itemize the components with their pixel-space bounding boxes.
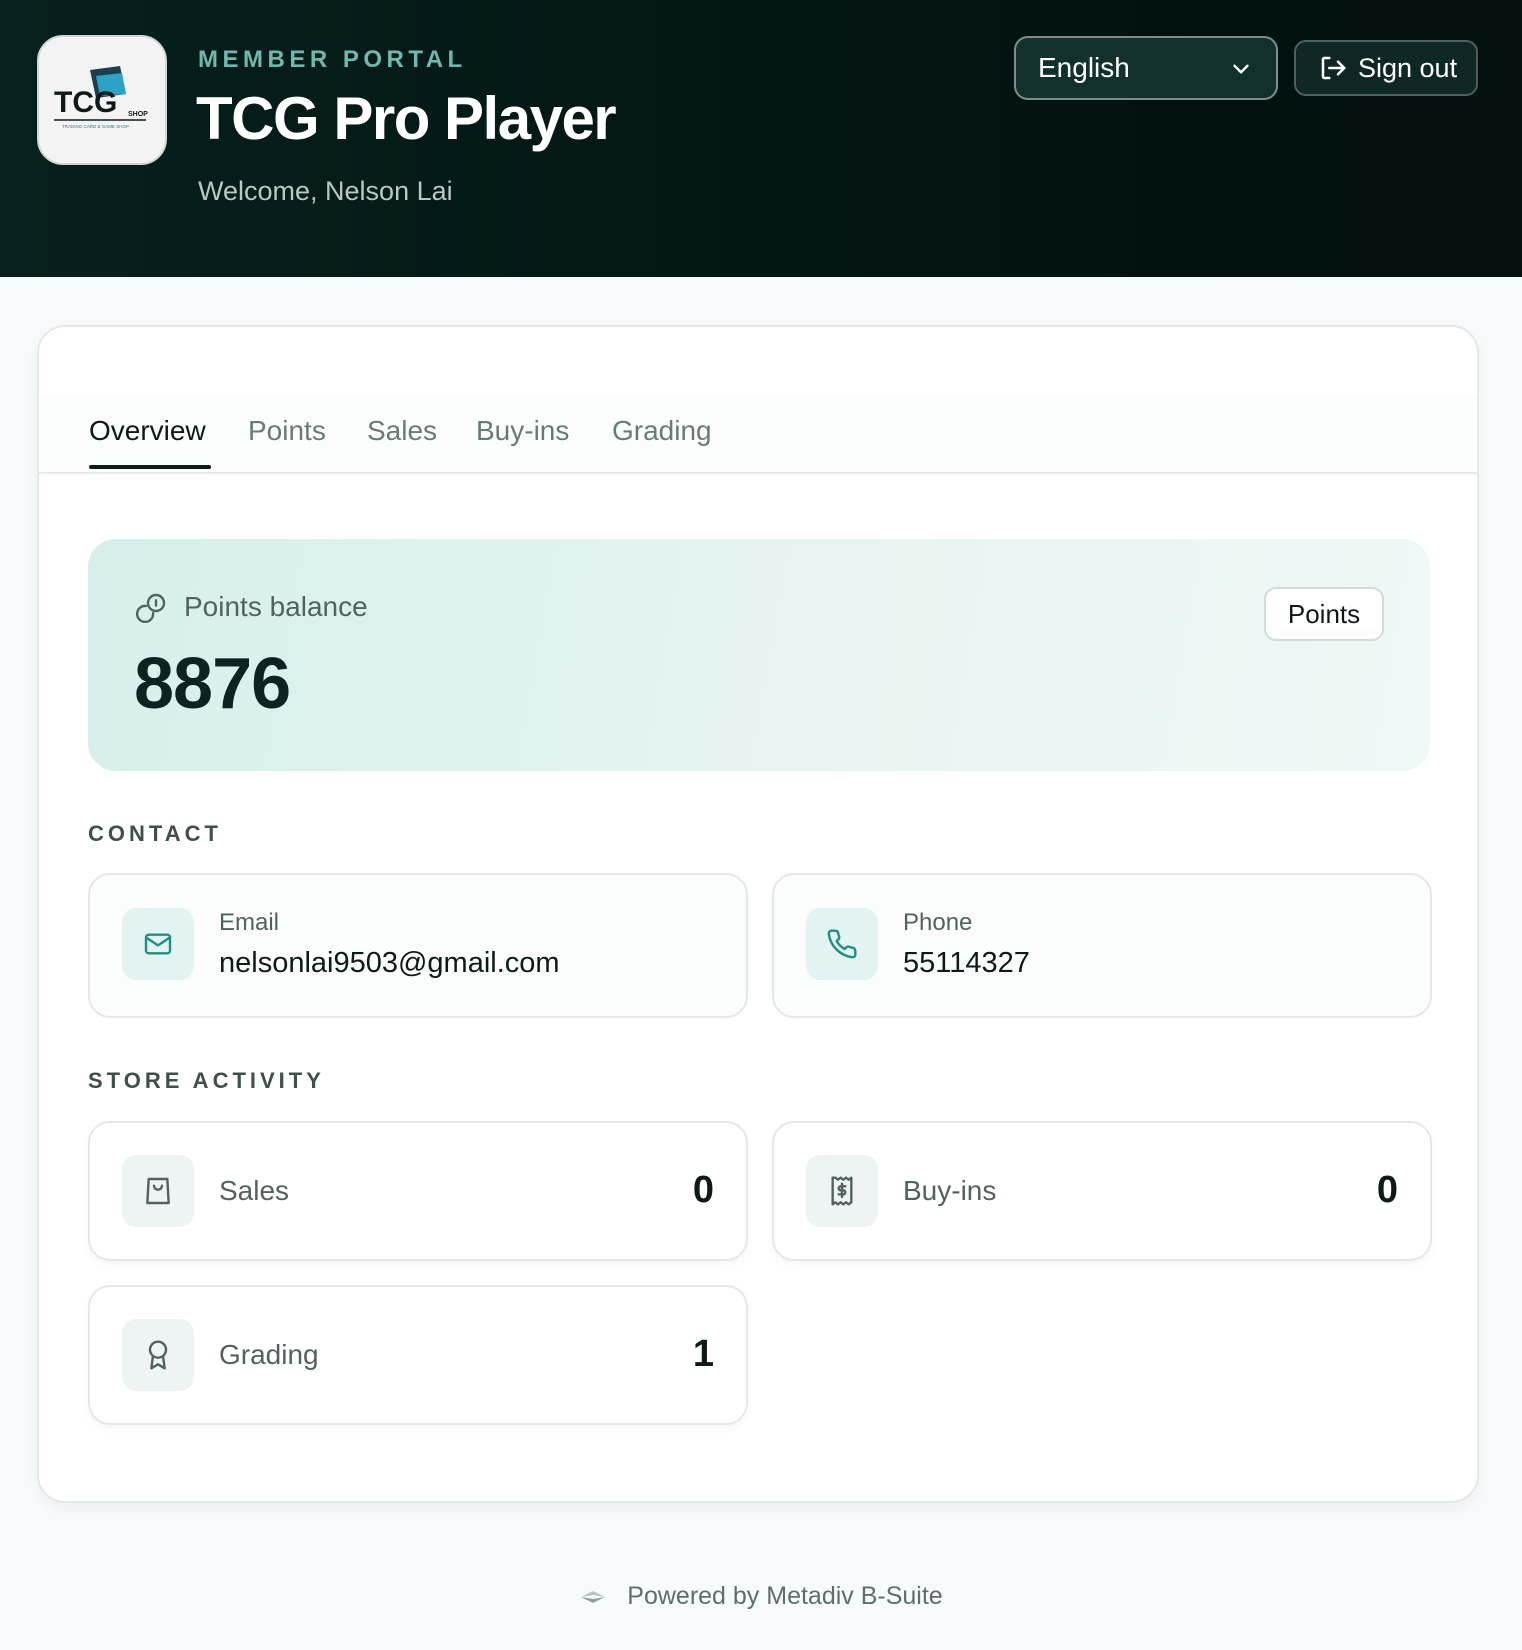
points-button[interactable]: Points [1264,587,1384,641]
logo-subtext: SHOP [128,111,148,118]
mail-icon [144,933,172,955]
grading-label: Grading [219,1339,319,1370]
tab-sales[interactable]: Sales [367,415,437,447]
points-balance-heading: Points balance [136,591,368,623]
phone-value: 55114327 [903,947,1030,979]
tab-overview[interactable]: Overview [89,415,206,447]
sign-out-label: Sign out [1358,52,1458,83]
award-icon [148,1340,168,1370]
chevron-down-icon [1233,64,1249,74]
tab-bar: Overview Points Sales Buy-ins Grading [39,395,1477,474]
page-title: TCG Pro Player [196,85,617,152]
email-card: Email nelsonlai9503@gmail.com [88,873,748,1018]
tab-buy-ins[interactable]: Buy-ins [476,415,569,447]
footer: Powered by Metadiv B-Suite [0,1582,1522,1611]
phone-icon-tile [806,908,878,980]
points-balance-label: Points balance [184,591,368,622]
sales-icon-tile [122,1155,194,1227]
receipt-icon [831,1176,853,1206]
coins-icon [136,593,166,623]
phone-card: Phone 55114327 [772,873,1432,1018]
sales-label: Sales [219,1175,290,1206]
sales-count: 0 [692,1169,714,1211]
shop-logo: TCG SHOP TRADING CARD & GAME SHOP [37,35,167,165]
overview-card: Overview Points Sales Buy-ins Grading Po… [37,325,1479,1503]
phone-label: Phone [903,909,973,936]
tab-points[interactable]: Points [248,415,326,447]
email-label: Email [219,909,280,936]
metadiv-logo-icon [581,1590,606,1603]
buy-ins-stat-card[interactable]: Buy-ins 0 [772,1121,1432,1261]
sign-out-button[interactable]: Sign out [1294,40,1478,96]
welcome-message: Welcome, Nelson Lai [198,176,453,206]
tab-grading[interactable]: Grading [612,415,712,447]
grading-stat-card[interactable]: Grading 1 [88,1285,748,1425]
grading-count: 1 [692,1333,714,1375]
language-select-value: English [1038,52,1130,83]
log-out-icon [1321,56,1346,80]
email-value: nelsonlai9503@gmail.com [219,947,560,979]
portal-eyebrow: MEMBER PORTAL [198,46,467,73]
contact-section-title: CONTACT [88,821,222,846]
header: TCG SHOP TRADING CARD & GAME SHOP MEMBER… [0,0,1522,277]
sales-stat-card[interactable]: Sales 0 [88,1121,748,1261]
active-tab-indicator [89,465,211,469]
grading-icon-tile [122,1319,194,1391]
shopping-bag-icon [146,1177,170,1205]
logo-tagline: TRADING CARD & GAME SHOP [62,124,129,129]
store-activity-section-title: STORE ACTIVITY [88,1068,325,1093]
buy-ins-count: 0 [1376,1169,1398,1211]
points-balance-value: 8876 [134,644,291,724]
points-balance-panel: Points balance 8876 Points [88,539,1430,771]
buy-ins-label: Buy-ins [903,1175,997,1206]
language-select[interactable]: English [1014,36,1278,100]
phone-icon [827,929,857,959]
logo-text: TCG [54,86,117,119]
powered-by-text: Powered by Metadiv B-Suite [627,1582,943,1610]
email-icon-tile [122,908,194,980]
buy-ins-icon-tile [806,1155,878,1227]
